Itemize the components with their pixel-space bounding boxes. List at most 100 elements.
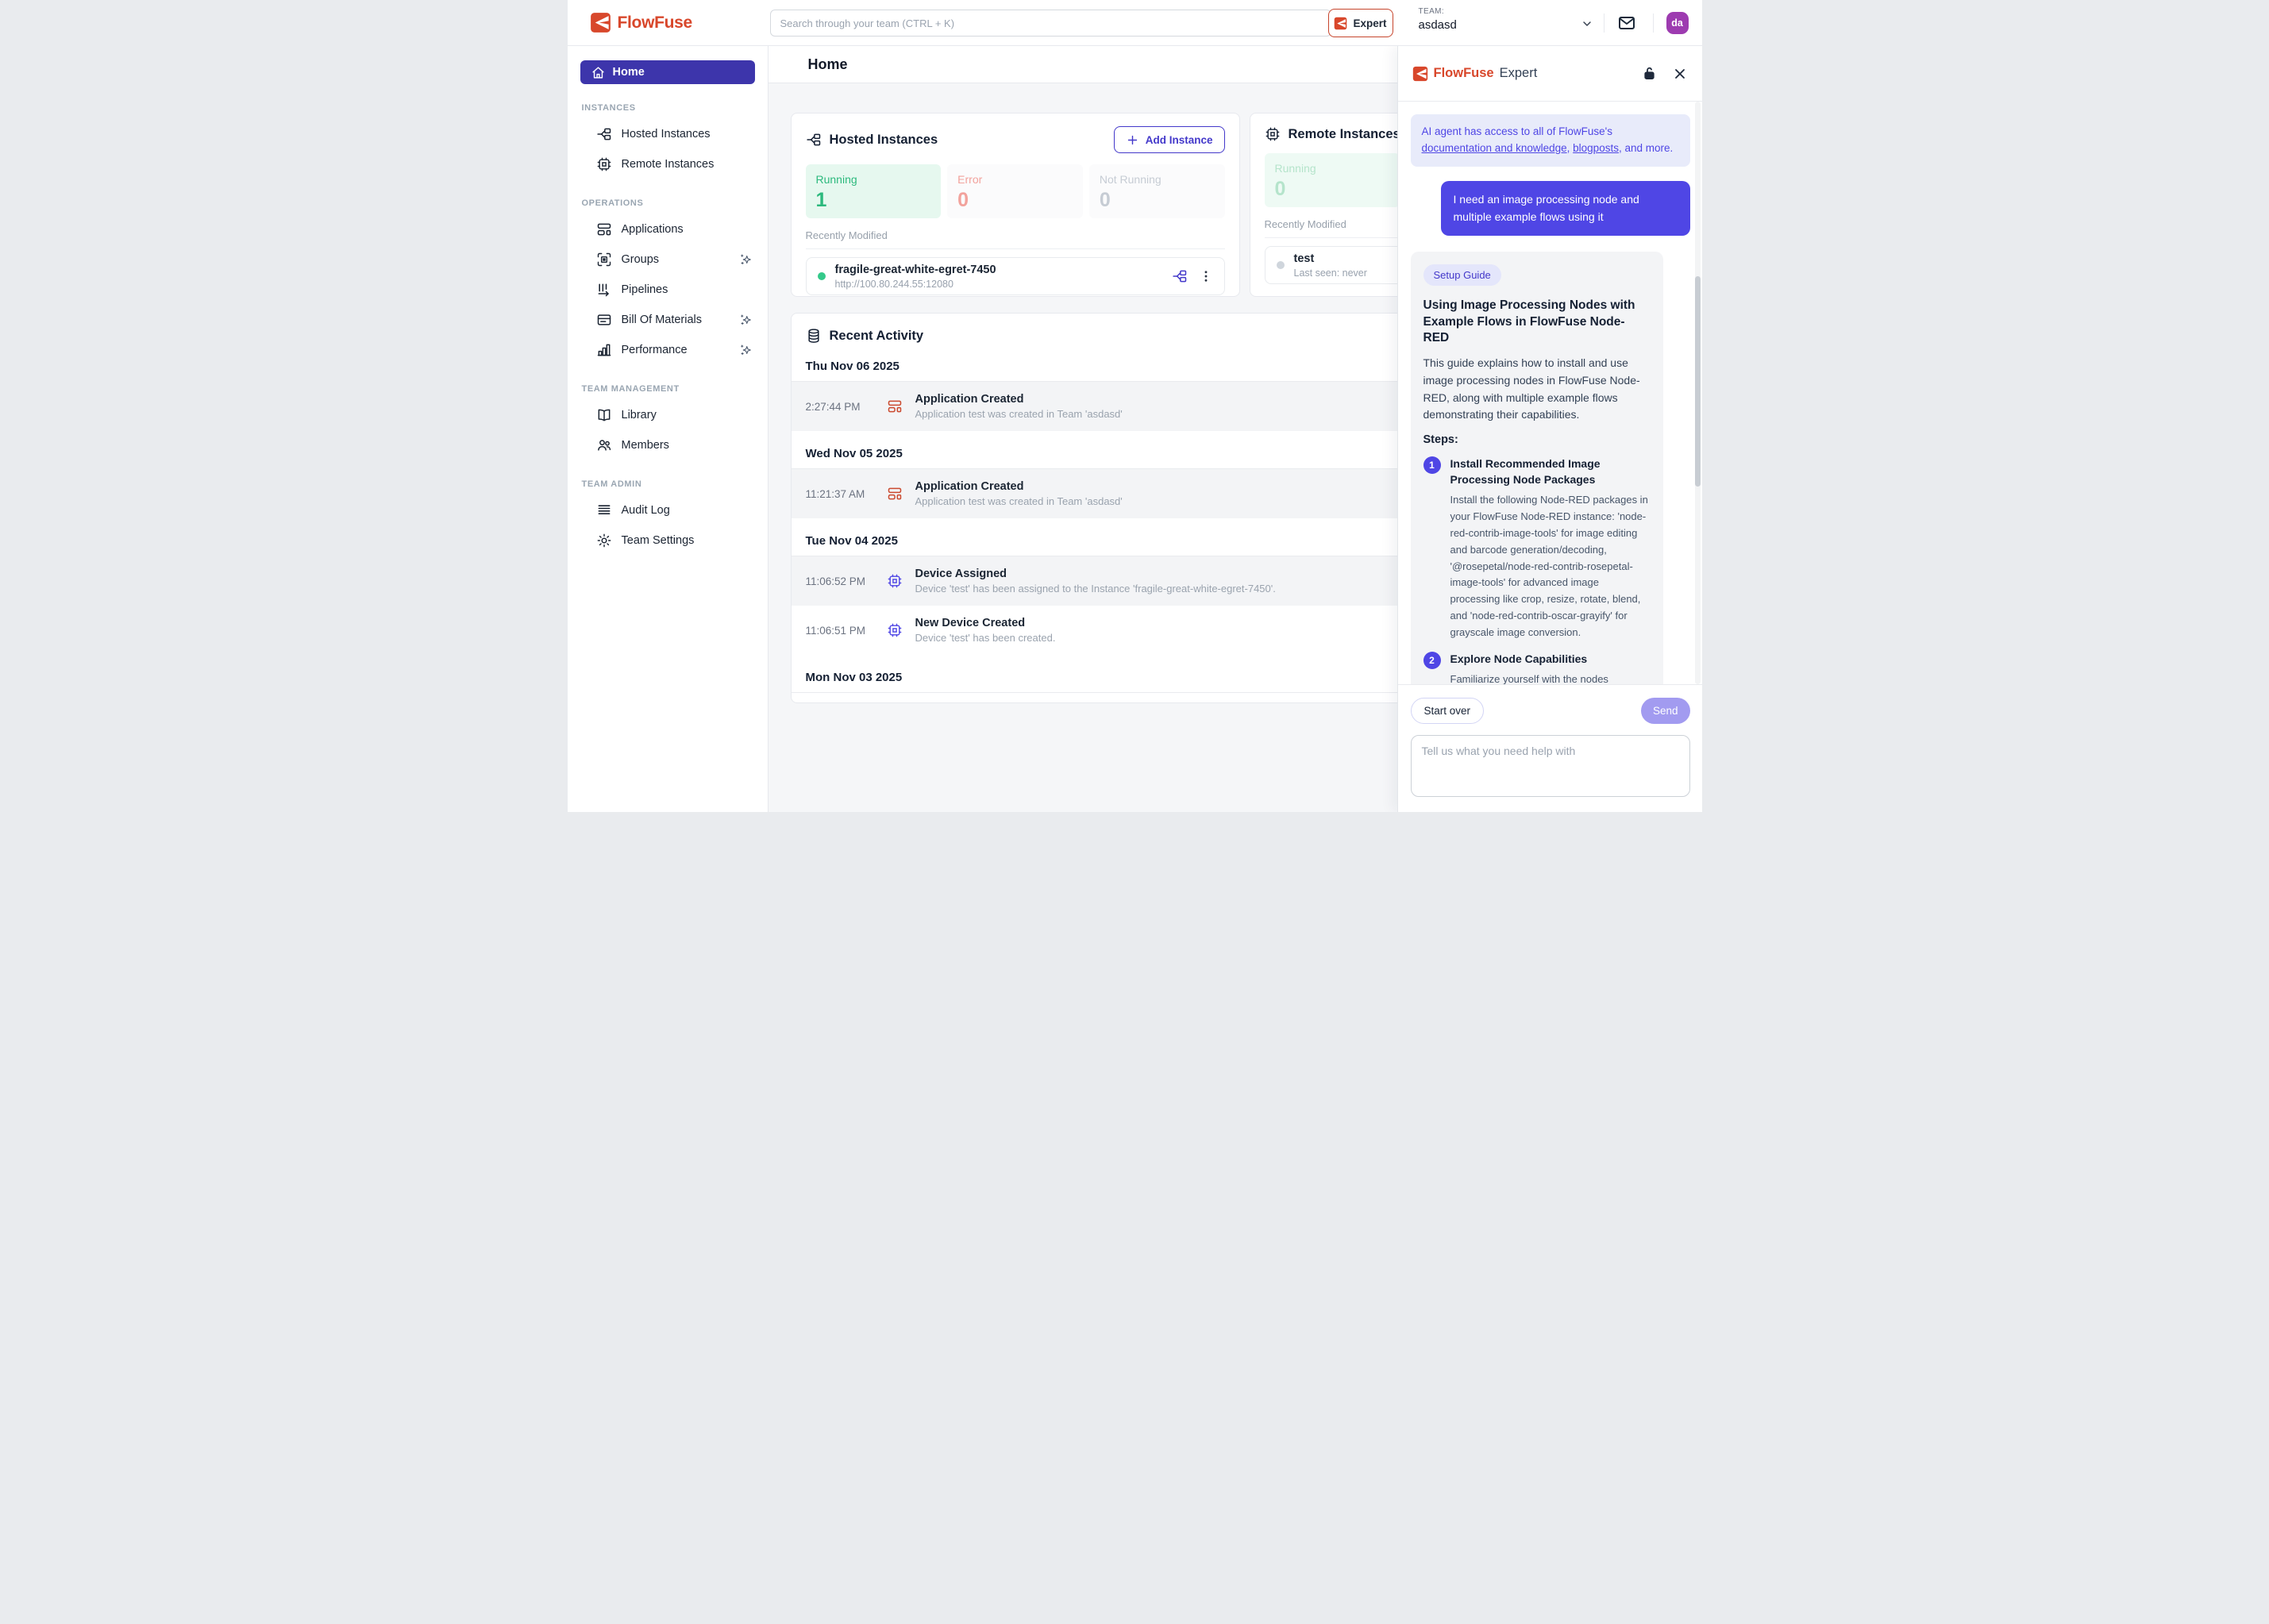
expert-panel: FlowFuse Expert AI agent has access to a… xyxy=(1397,46,1702,812)
instance-row[interactable]: fragile-great-white-egret-7450 http://10… xyxy=(806,257,1225,295)
sidebar-item[interactable]: Hosted Instances xyxy=(568,119,768,149)
status-dot-offline xyxy=(1277,261,1285,269)
card-title: Remote Instances xyxy=(1289,127,1400,142)
step-title: Install Recommended Image Processing Nod… xyxy=(1450,456,1651,487)
activity-date: Mon Nov 03 2025 xyxy=(792,655,1482,684)
sidebar-item-label: Home xyxy=(613,66,645,79)
mail-icon[interactable] xyxy=(1617,13,1636,33)
sidebar-section: INSTANCES Hosted Instances Remote Instan… xyxy=(568,103,768,179)
kebab-menu-icon[interactable] xyxy=(1199,269,1213,283)
sidebar-section: TEAM ADMIN Audit Log Team Settings xyxy=(568,479,768,556)
status-tile: Running 1 xyxy=(806,164,942,218)
sidebar-item-icon xyxy=(596,533,612,548)
sidebar-item[interactable]: Applications xyxy=(568,214,768,244)
panel-title: Expert xyxy=(1500,66,1538,81)
status-tile-value: 1 xyxy=(816,189,931,212)
send-button[interactable]: Send xyxy=(1641,698,1690,724)
sidebar-item-icon xyxy=(596,282,612,298)
documentation-link[interactable]: documentation and knowledge xyxy=(1422,142,1567,154)
status-tile-label: Running xyxy=(1275,162,1389,175)
activity-group: Wed Nov 05 2025 11:21:37 AM Application … xyxy=(792,431,1482,518)
step-number-badge: 2 xyxy=(1423,652,1441,669)
sidebar-item-icon xyxy=(596,126,612,142)
chat-area: AI agent has access to all of FlowFuse's… xyxy=(1398,102,1702,684)
sidebar-item[interactable]: Team Settings xyxy=(568,525,768,556)
activity-description: Device 'test' has been assigned to the I… xyxy=(915,583,1276,595)
avatar[interactable]: da xyxy=(1666,12,1689,34)
sidebar-section-label: TEAM MANAGEMENT xyxy=(568,384,768,394)
guide-step: 2 Explore Node Capabilities Familiarize … xyxy=(1423,652,1651,685)
unlock-icon[interactable] xyxy=(1641,65,1658,82)
sidebar-item-icon xyxy=(596,407,612,423)
sidebar-item[interactable]: Remote Instances xyxy=(568,149,768,179)
guide-step: 1 Install Recommended Image Processing N… xyxy=(1423,456,1651,641)
flowfuse-logo-icon xyxy=(1412,66,1428,82)
instance-last-seen: Last seen: never xyxy=(1294,267,1367,279)
instance-name: test xyxy=(1294,252,1367,266)
sparkle-icon xyxy=(739,313,753,327)
chevron-down-icon[interactable] xyxy=(1581,17,1593,30)
card-title: Hosted Instances xyxy=(830,133,938,148)
flowfuse-logo-icon xyxy=(590,12,611,33)
open-editor-icon[interactable] xyxy=(1172,268,1188,284)
recently-modified-label: Recently Modified xyxy=(792,218,1239,241)
step-title: Explore Node Capabilities xyxy=(1450,652,1651,668)
sidebar-section-label: TEAM ADMIN xyxy=(568,479,768,489)
sidebar-section: OPERATIONS Applications Groups xyxy=(568,198,768,365)
add-instance-button[interactable]: Add Instance xyxy=(1114,126,1225,153)
banner-text: AI agent has access to all of FlowFuse's xyxy=(1422,125,1612,137)
panel-scrollbar-thumb[interactable] xyxy=(1695,276,1701,487)
activity-title: Application Created xyxy=(915,480,1123,493)
home-icon xyxy=(591,66,605,79)
page-title: Home xyxy=(808,56,848,73)
step-body: Familiarize yourself with the nodes prov… xyxy=(1450,672,1651,684)
sidebar-item[interactable]: Bill Of Materials xyxy=(568,305,768,335)
sidebar-item-home[interactable]: Home xyxy=(580,60,755,84)
instance-name: fragile-great-white-egret-7450 xyxy=(835,263,996,277)
sidebar-item[interactable]: Pipelines xyxy=(568,275,768,305)
expert-button-label: Expert xyxy=(1353,17,1386,29)
hosted-instances-icon xyxy=(806,132,822,148)
activity-title: New Device Created xyxy=(915,617,1056,629)
step-body: Install the following Node-RED packages … xyxy=(1450,492,1651,641)
activity-group: Tue Nov 04 2025 11:06:52 PM Device Assig… xyxy=(792,518,1482,655)
add-instance-label: Add Instance xyxy=(1146,134,1213,146)
sidebar-item-icon xyxy=(596,221,612,237)
sidebar-item[interactable]: Groups xyxy=(568,244,768,275)
status-dot-running xyxy=(818,272,826,280)
hosted-instances-card: Hosted Instances Add Instance Running 1 … xyxy=(791,113,1240,297)
activity-date: Wed Nov 05 2025 xyxy=(792,431,1482,460)
sparkle-icon xyxy=(739,343,753,357)
blogposts-link[interactable]: blogposts xyxy=(1573,142,1619,154)
start-over-button[interactable]: Start over xyxy=(1411,698,1485,724)
chat-input[interactable] xyxy=(1411,735,1690,797)
banner-text: , and more. xyxy=(1619,142,1673,154)
sidebar-item[interactable]: Library xyxy=(568,400,768,430)
status-tile-label: Error xyxy=(957,173,1073,186)
sidebar-item-icon xyxy=(596,342,612,358)
activity-row: 11:06:51 PM New Device Created Device 't… xyxy=(792,606,1482,655)
step-number-badge: 1 xyxy=(1423,456,1441,474)
activity-description: Application test was created in Team 'as… xyxy=(915,495,1123,507)
user-message-bubble: I need an image processing node and mult… xyxy=(1441,181,1690,236)
team-switcher[interactable]: TEAM: asdasd xyxy=(1419,7,1457,32)
divider xyxy=(792,692,1482,693)
steps-label: Steps: xyxy=(1423,433,1651,446)
sidebar-item[interactable]: Performance xyxy=(568,335,768,365)
sidebar-section: TEAM MANAGEMENT Library Members xyxy=(568,384,768,460)
sidebar-item[interactable]: Audit Log xyxy=(568,495,768,525)
activity-type-icon xyxy=(887,486,903,502)
sidebar-item[interactable]: Members xyxy=(568,430,768,460)
search-input[interactable] xyxy=(770,10,1331,37)
close-icon[interactable] xyxy=(1672,66,1688,82)
team-label: TEAM: xyxy=(1419,7,1457,16)
activity-group: Thu Nov 06 2025 2:27:44 PM Application C… xyxy=(792,344,1482,431)
expert-button[interactable]: Expert xyxy=(1328,9,1393,37)
sidebar-item-label: Remote Instances xyxy=(622,158,715,171)
activity-date: Thu Nov 06 2025 xyxy=(792,344,1482,373)
expert-panel-footer: Start over Send xyxy=(1398,684,1702,812)
flowfuse-logo[interactable]: FlowFuse xyxy=(590,12,692,33)
sidebar-item-icon xyxy=(596,437,612,453)
remote-instances-icon xyxy=(1265,126,1281,142)
flowfuse-app: FlowFuse Expert TEAM: asdasd da Home xyxy=(568,0,1702,812)
